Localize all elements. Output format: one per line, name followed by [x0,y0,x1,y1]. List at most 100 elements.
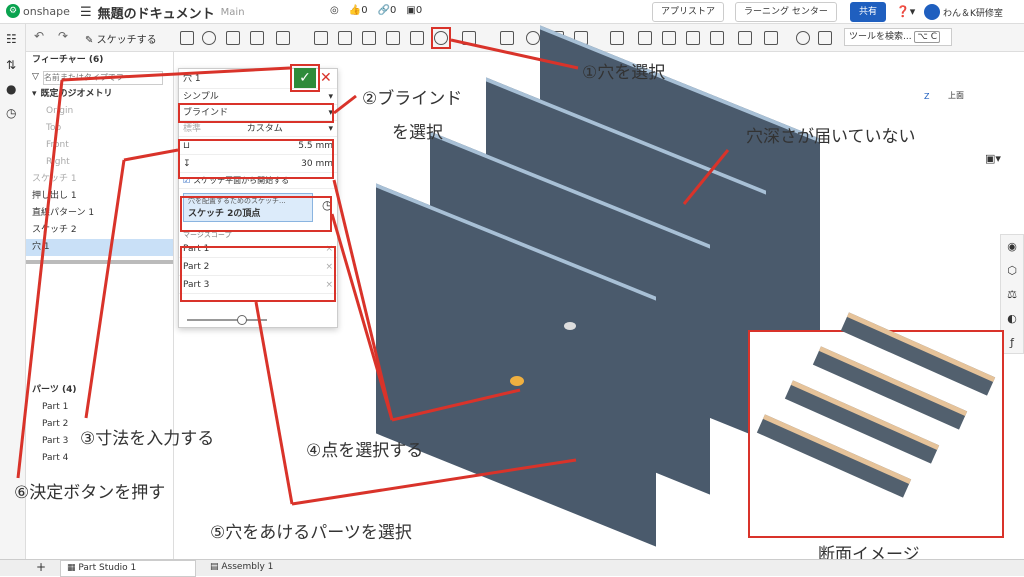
rib-icon[interactable] [386,31,400,45]
logo-icon: ⚙ [6,4,20,18]
annotation-2a: ②ブラインド [362,89,463,109]
plane-top[interactable]: Top [26,120,173,137]
top-bar: ⚙ onshape ☰ 無題のドキュメント Main ◎ 👍0 🔗0 ▣0 アプリ… [0,0,1024,24]
view-cube[interactable]: 上面 Z [924,78,994,138]
section-image-box [748,312,1004,538]
hole-preview-back [564,322,576,330]
undo-icon[interactable]: ↶ [34,29,44,43]
plane-origin[interactable]: Origin [26,103,173,120]
onshape-logo[interactable]: ⚙ onshape [6,4,70,18]
rollback-bar[interactable] [26,260,173,264]
modify-fillet-icon[interactable] [638,31,652,45]
annotation-1: ①穴を選択 [582,63,666,83]
standard-select[interactable]: 標準 カスタム ▾ [179,121,337,137]
draft-icon[interactable] [362,31,376,45]
fx-icon[interactable]: ƒ [1001,331,1023,355]
plane-front[interactable]: Front [26,137,173,154]
feature-extrude-1[interactable]: 押し出し 1 [26,188,173,205]
annotation-3: ③寸法を入力する [80,429,215,449]
revolve-icon[interactable] [202,31,216,45]
link-count[interactable]: 🔗0 [378,5,397,16]
history-icon[interactable]: ◷ [6,106,16,120]
redo-icon[interactable]: ↷ [58,29,68,43]
sweep-icon[interactable] [226,31,240,45]
variable-icon[interactable] [796,31,810,45]
globe-icon[interactable]: ◎ [330,5,339,16]
mate-connector-icon[interactable] [764,31,778,45]
cancel-button[interactable]: ✕ [320,70,332,86]
assembly-icon: ▤ [210,562,219,572]
hole-preview-front [510,376,524,386]
chevron-down-icon: ▾ [32,89,37,99]
fillet-icon[interactable] [314,31,328,45]
sketch-button[interactable]: ✎ スケッチする [85,31,157,46]
tab-assembly-1[interactable]: ▤ Assembly 1 [204,560,334,577]
user-name[interactable]: わん＆K研修室 [943,6,1003,19]
thicken-icon[interactable] [276,31,290,45]
feature-list-title: フィーチャー (6) [32,55,104,65]
replace-face-icon[interactable] [686,31,700,45]
feature-linear-pattern-1[interactable]: 直線パターン 1 [26,205,173,222]
feature-sketch-2[interactable]: スケッチ 2 [26,222,173,239]
document-title-area: ☰ 無題のドキュメント Main [80,3,245,22]
hole-icon[interactable] [434,31,448,45]
confirm-highlight [290,64,320,92]
share-button[interactable]: 共有 [850,2,887,22]
clipboard-count[interactable]: ▣0 [406,5,422,16]
extrude-icon[interactable] [180,31,194,45]
offset-surface-icon[interactable] [710,31,724,45]
chamfer-icon[interactable] [338,31,352,45]
slider-handle[interactable] [237,315,247,325]
plane-icon[interactable] [738,31,752,45]
avatar[interactable] [924,4,940,20]
doc-stats: ◎ 👍0 🔗0 ▣0 [330,5,422,16]
part-studio-icon: ▦ [67,563,76,573]
feature-search-input[interactable] [42,70,163,85]
linear-pattern-icon[interactable] [462,31,476,45]
delete-part-icon[interactable] [610,31,624,45]
dimension-highlight [178,139,334,179]
appearance-icon[interactable]: ◉ [1001,235,1023,259]
annotation-6: ⑥決定ボタンを押す [14,483,166,503]
variables-icon[interactable]: ⇅ [6,58,16,72]
part-4[interactable]: Part 4 [26,450,174,467]
menu-icon[interactable]: ☰ [80,5,92,20]
tab-part-studio-1[interactable]: ▦ Part Studio 1 [60,560,196,577]
point-highlight [180,196,332,232]
comment-icon[interactable]: ● [6,82,16,96]
plane-right[interactable]: Right [26,154,173,171]
loft-icon[interactable] [250,31,264,45]
feature-sketch-1[interactable]: スケッチ 1 [26,171,173,188]
preview-slider[interactable] [187,319,267,321]
parts-title[interactable]: パーツ (4) [26,382,174,399]
feature-hole-1[interactable]: 穴 1 [26,239,173,256]
default-geometry-header[interactable]: ▾ 既定のジオメトリ [26,86,173,103]
parts-highlight [180,246,336,302]
mirror-icon[interactable] [500,31,514,45]
filter-icon[interactable]: ▽ [32,69,39,86]
move-face-icon[interactable] [662,31,676,45]
document-title[interactable]: 無題のドキュメント [98,3,215,22]
branch-label: Main [220,7,245,18]
like-count[interactable]: 👍0 [349,5,368,16]
tab-bar: + ▦ Part Studio 1 ▤ Assembly 1 [0,559,1024,577]
shell-icon[interactable] [410,31,424,45]
feature-list-icon[interactable]: ☷ [6,32,17,46]
add-tab-button[interactable]: + [36,560,46,574]
annotation-4: ④点を選択する [306,441,424,461]
help-icon[interactable]: ❓▾ [896,5,915,18]
annotation-depth: 穴深さが届いていない [746,127,916,147]
learning-center-button[interactable]: ラーニング センター [735,2,837,22]
add-custom-feature-icon[interactable] [818,31,832,45]
part-1[interactable]: Part 1 [26,399,174,416]
annotation-2b: を選択 [392,123,443,143]
parts-icon[interactable]: ⬡ [1001,259,1023,283]
annotation-5: ⑤穴をあけるパーツを選択 [210,523,412,543]
boolean-icon[interactable] [526,31,540,45]
section-icon[interactable]: ◐ [1001,307,1023,331]
filter-row: ▽ [26,69,173,86]
tool-search-input[interactable]: ツールを検索... ⌥ C [844,28,952,46]
display-mode-icon[interactable]: ▣▾ [985,152,1001,165]
app-store-button[interactable]: アプリストア [652,2,725,22]
mass-icon[interactable]: ⚖ [1001,283,1023,307]
